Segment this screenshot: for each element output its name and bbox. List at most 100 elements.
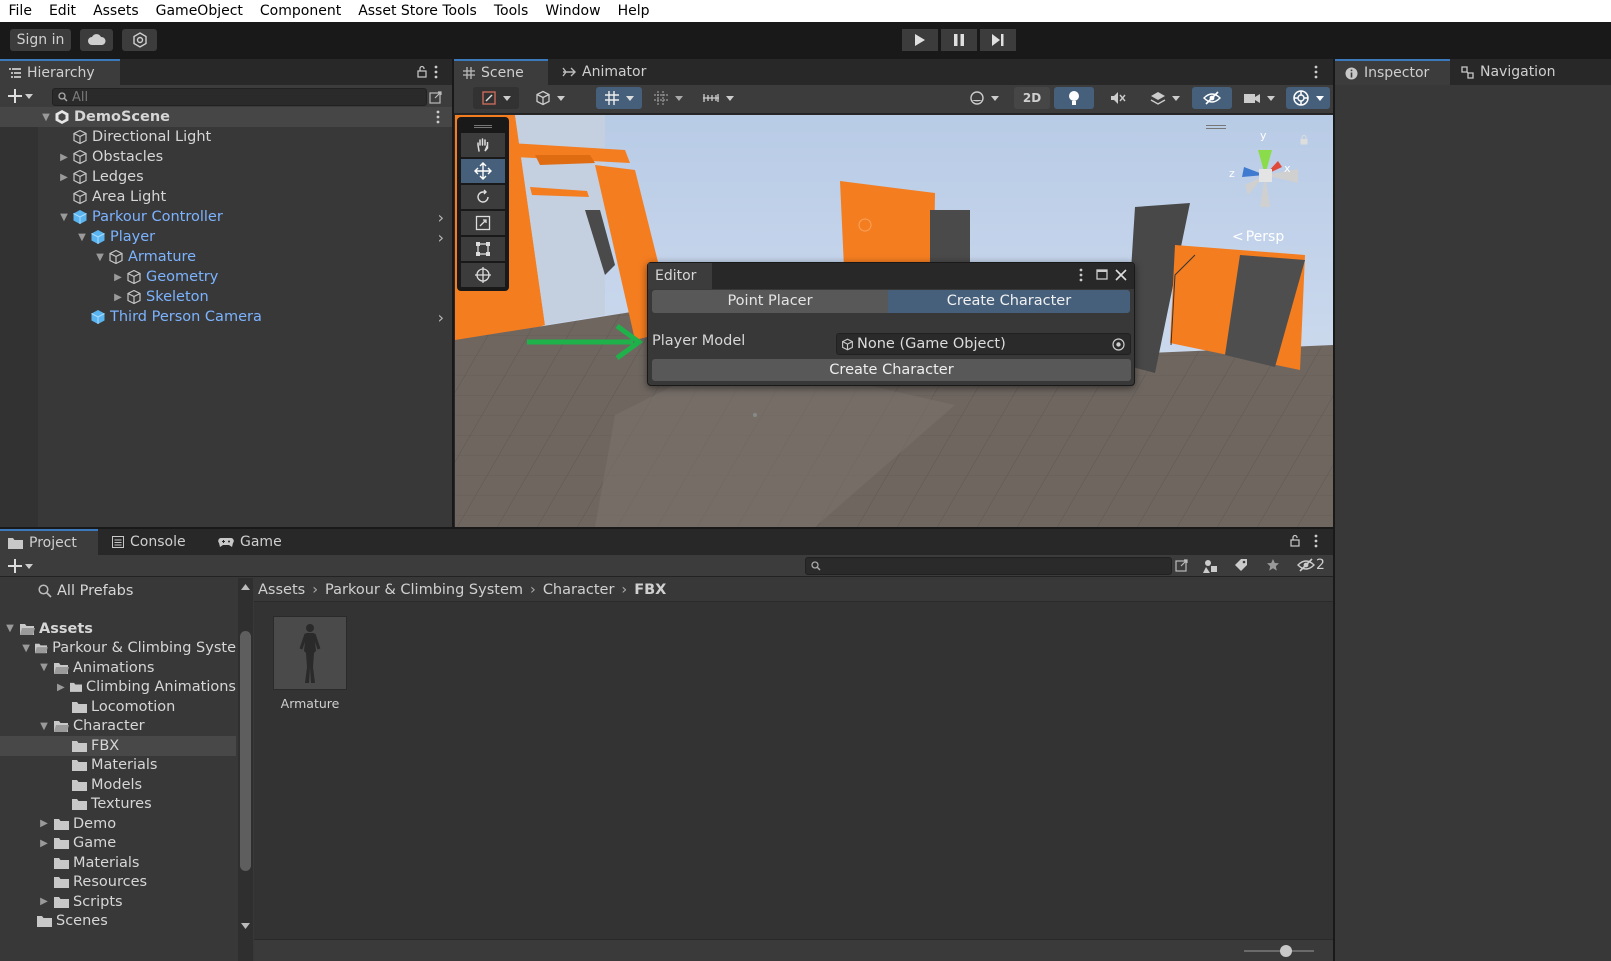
hierarchy-item-area-light[interactable]: Area Light [0,187,452,207]
hierarchy-item-ledges[interactable]: ▶ Ledges [0,167,452,187]
camera-settings-button[interactable] [1236,87,1282,109]
tree-locomotion[interactable]: Locomotion [0,697,236,717]
create-character-button[interactable]: Create Character [652,359,1131,381]
tab-create-character[interactable]: Create Character [888,290,1130,313]
expand-arrow-icon[interactable]: ▶ [38,818,50,829]
hidden-packages-toggle[interactable]: 2 [1297,557,1325,573]
favorite-star-icon[interactable] [1266,558,1280,572]
lighting-toggle-button[interactable] [1054,87,1094,109]
lock-icon[interactable] [417,65,427,78]
hierarchy-item-parkour-controller[interactable]: ▼ Parkour Controller › [0,207,452,227]
tree-models[interactable]: Models [0,775,236,795]
expand-arrow-icon[interactable]: ▶ [38,838,50,849]
draw-mode-button[interactable] [527,87,573,109]
expand-arrow-icon[interactable]: ▶ [38,896,50,907]
kebab-menu-icon[interactable] [1314,65,1318,79]
hierarchy-item-skeleton[interactable]: ▶ Skeleton [0,287,452,307]
chevron-right-icon[interactable]: › [438,308,444,327]
tab-scene[interactable]: Scene [454,59,548,85]
tree-materials-root[interactable]: Materials [0,853,236,873]
close-icon[interactable] [1115,269,1127,281]
tab-point-placer[interactable]: Point Placer [652,290,888,313]
sign-in-button[interactable]: Sign in [10,29,71,51]
persp-label[interactable]: < Persp [1232,229,1284,245]
menu-tools[interactable]: Tools [485,0,537,22]
tree-materials[interactable]: Materials [0,756,236,776]
transform-tool-button[interactable] [461,263,505,287]
tree-fbx[interactable]: FBX [0,736,236,756]
tree-resources[interactable]: Resources [0,873,236,893]
menu-assets[interactable]: Assets [85,0,148,22]
kebab-menu-icon[interactable] [1314,534,1318,548]
rotate-tool-button[interactable] [461,185,505,209]
expand-arrow-icon[interactable]: ▼ [76,231,88,243]
tab-project[interactable]: Project [0,529,98,555]
player-model-field[interactable]: None (Game Object) [836,333,1131,355]
expand-arrow-icon[interactable]: ▶ [112,271,124,283]
expand-arrow-icon[interactable]: ▶ [112,291,124,303]
step-button[interactable] [980,29,1016,51]
tree-game[interactable]: ▶ Game [0,834,236,854]
search-by-type-icon[interactable] [1175,558,1189,572]
scale-tool-button[interactable] [461,211,505,235]
project-search-input[interactable] [805,557,1172,575]
hierarchy-item-obstacles[interactable]: ▶ Obstacles [0,147,452,167]
hierarchy-item-directional-light[interactable]: Directional Light [0,127,452,147]
tree-character[interactable]: ▼ Character [0,717,236,737]
tab-inspector[interactable]: Inspector [1335,59,1450,85]
scene-row-demoscene[interactable]: ▼ DemoScene [0,107,452,127]
chevron-right-icon[interactable]: › [438,228,444,247]
search-options-icon[interactable] [429,90,443,104]
hierarchy-search-input[interactable]: All [52,88,427,106]
tree-demo[interactable]: ▶ Demo [0,814,236,834]
scroll-up-icon[interactable] [241,584,250,590]
menu-asset-store-tools[interactable]: Asset Store Tools [350,0,486,22]
tab-hierarchy[interactable]: Hierarchy [0,59,120,85]
expand-arrow-icon[interactable]: ▼ [94,251,106,263]
expand-arrow-icon[interactable]: ▼ [58,211,70,223]
expand-arrow-icon[interactable]: ▼ [38,721,50,732]
lock-icon[interactable] [1290,534,1300,547]
tree-assets[interactable]: ▼ Assets [0,619,236,639]
editor-window-tab[interactable]: Editor [648,263,712,289]
zoom-slider-thumb[interactable] [1280,945,1292,957]
expand-arrow-icon[interactable]: ▶ [56,682,66,693]
tab-navigation[interactable]: Navigation [1453,59,1564,85]
scene-kebab-icon[interactable] [436,110,440,124]
toggle-2d-button[interactable]: 2D [1014,87,1050,109]
scroll-down-icon[interactable] [241,923,250,929]
menu-gameobject[interactable]: GameObject [147,0,251,22]
rect-tool-button[interactable] [461,237,505,261]
expand-arrow-icon[interactable]: ▼ [4,623,16,634]
scrollbar-thumb[interactable] [240,631,251,871]
expand-arrow-icon[interactable]: ▼ [38,662,50,673]
increment-snap-button[interactable] [647,87,689,109]
tree-scenes[interactable]: Scenes [0,912,236,932]
zoom-slider[interactable] [1244,945,1314,957]
menu-window[interactable]: Window [537,0,609,22]
hierarchy-item-third-person-camera[interactable]: Third Person Camera › [0,307,452,327]
view-tool-button[interactable] [473,87,519,109]
chevron-right-icon[interactable]: › [438,208,444,227]
breadcrumb-fbx[interactable]: FBX [634,582,666,598]
gizmo-handle[interactable] [1206,125,1226,129]
tab-console[interactable]: Console [104,529,194,555]
kebab-menu-icon[interactable] [434,65,438,79]
tab-animator[interactable]: Animator [554,59,654,85]
palette-handle[interactable] [461,121,505,131]
expand-arrow-icon[interactable]: ▶ [58,171,70,183]
asset-tile-armature[interactable]: Armature [272,616,348,711]
add-dropdown[interactable] [8,89,33,103]
tree-parkour-climbing-system[interactable]: ▼ Parkour & Climbing Syste [0,639,236,659]
expand-arrow-icon[interactable]: ▼ [40,111,52,123]
tree-climbing-animations[interactable]: ▶ Climbing Animations [0,678,236,698]
breadcrumb-character[interactable]: Character [543,582,615,598]
kebab-menu-icon[interactable] [1079,268,1083,282]
expand-arrow-icon[interactable]: ▶ [58,151,70,163]
menu-file[interactable]: File [0,0,40,22]
hierarchy-item-armature[interactable]: ▼ Armature [0,247,452,267]
expand-arrow-icon[interactable]: ▼ [21,643,31,654]
orientation-gizmo[interactable]: y x z < Persp [1220,125,1310,245]
breadcrumb-parkour[interactable]: Parkour & Climbing System [325,582,523,598]
scene-visibility-button[interactable] [1192,87,1232,109]
